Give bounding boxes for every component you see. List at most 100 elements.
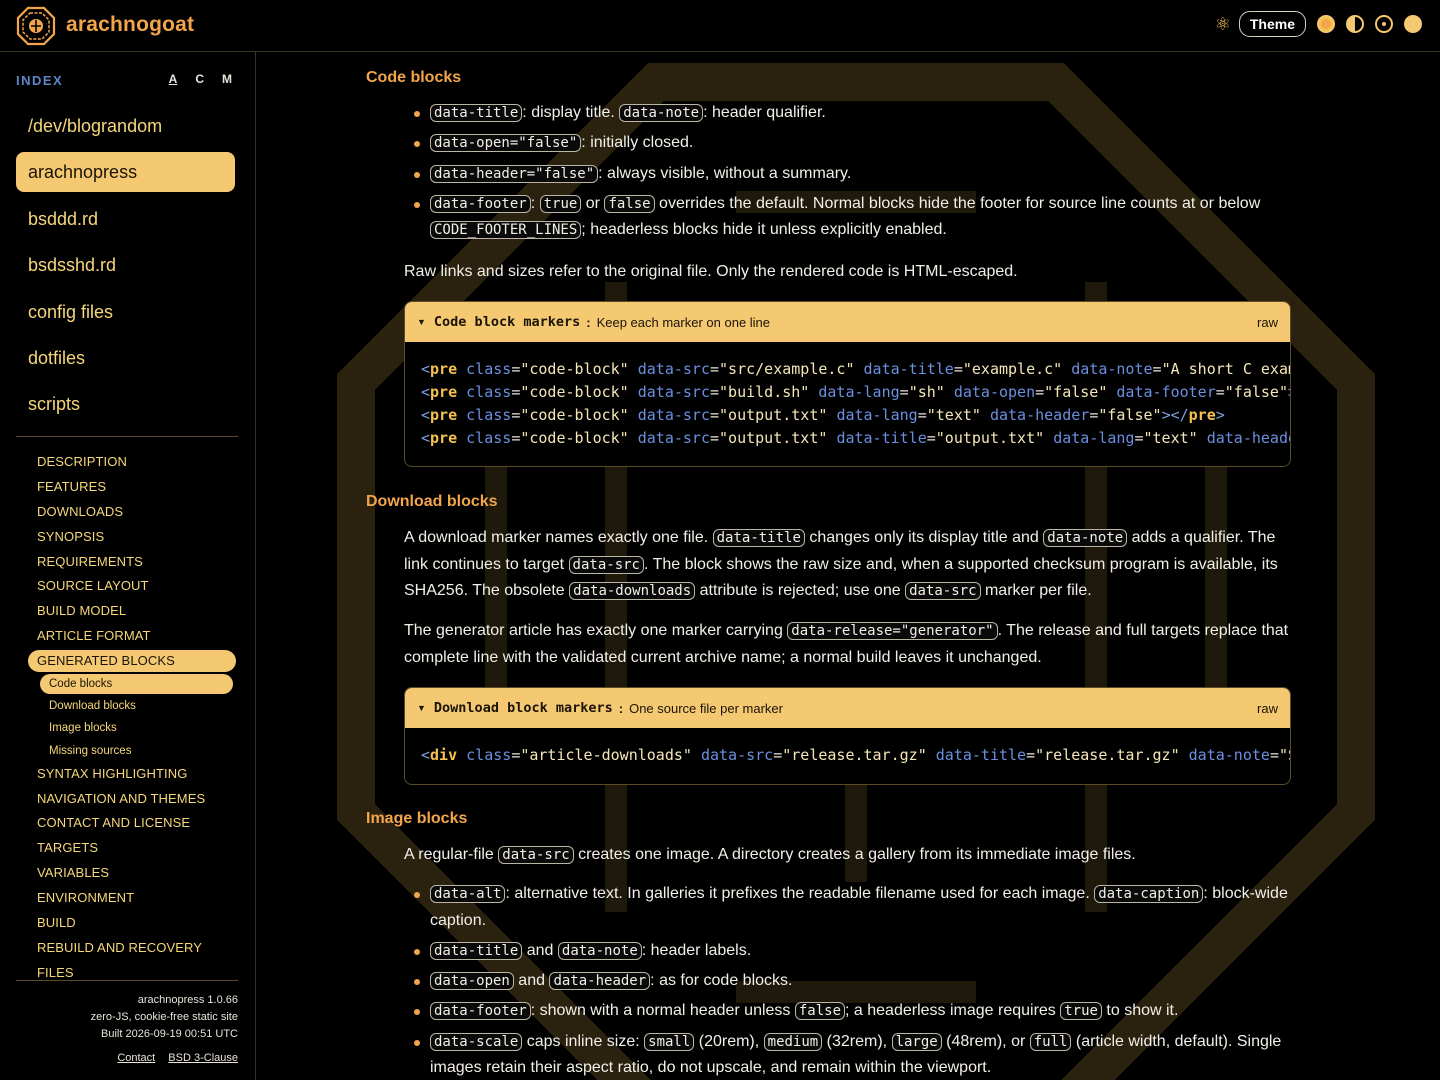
toc-item[interactable]: DESCRIPTION (28, 450, 236, 475)
inline-code: data-header (549, 972, 651, 991)
sort-modified-link[interactable]: M (222, 72, 232, 86)
title-separator: : (586, 314, 591, 330)
code-token: "article-downloads" (520, 746, 692, 764)
toc-subsection: Code blocks Download blocks Image blocks… (28, 674, 236, 762)
download-blocks-paragraph-1: A download marker names exactly one file… (404, 525, 1294, 605)
nav-item-scripts[interactable]: scripts (16, 384, 235, 424)
section-heading-image-blocks: Image blocks (366, 810, 468, 827)
theme-swatch-dark-icon[interactable] (1375, 15, 1393, 33)
code-token: = (511, 383, 521, 401)
contact-link[interactable]: Contact (117, 1052, 155, 1064)
text: attribute is rejected; use one (695, 582, 906, 599)
toc-item[interactable]: REBUILD AND RECOVERY (28, 936, 236, 961)
toc-item[interactable]: BUILD MODEL (28, 599, 236, 624)
sort-alpha-link[interactable]: A (169, 72, 178, 86)
table-of-contents: DESCRIPTION FEATURES DOWNLOADS SYNOPSIS … (28, 450, 236, 986)
collapse-triangle-icon[interactable]: ▼ (417, 317, 426, 327)
version-text: arachnopress 1.0.66 (137, 994, 238, 1006)
code-line: <pre class="code-block" data-src="build.… (421, 381, 1290, 404)
download-blocks-paragraph-2: The generator article has exactly one ma… (404, 618, 1294, 671)
toc-item[interactable]: ARTICLE FORMAT (28, 624, 236, 649)
code-token: class (466, 746, 512, 764)
text: : initially closed. (581, 134, 694, 152)
theme-swatch-light-icon[interactable] (1404, 15, 1422, 33)
inline-code: true (539, 194, 582, 213)
code-token: = (710, 429, 720, 447)
toc-item[interactable]: SYNOPSIS (28, 525, 236, 550)
theme-swatch-half-icon[interactable] (1346, 15, 1364, 33)
toc-sub-item[interactable]: Missing sources (40, 740, 236, 762)
toc-sub-item-code-blocks[interactable]: Code blocks (40, 674, 233, 695)
text: (48rem), or (941, 1032, 1030, 1050)
site-logo-icon[interactable] (16, 6, 56, 46)
list-item: data-title and data-note: header labels. (404, 938, 1294, 965)
code-line: <pre class="code-block" data-src="output… (421, 404, 1290, 427)
site-brand[interactable]: arachnogoat (66, 13, 194, 37)
collapse-triangle-icon[interactable]: ▼ (417, 703, 426, 713)
inline-code: data-title (712, 529, 805, 547)
code-line: <div class="article-downloads" data-src=… (421, 744, 1290, 767)
text: and (513, 972, 550, 990)
code-token: data-note (1071, 360, 1153, 378)
inline-code: false (794, 1002, 846, 1021)
toc-item[interactable]: CONTACT AND LICENSE (28, 811, 236, 836)
sort-created-link[interactable]: C (195, 72, 204, 86)
code-token: < (421, 383, 431, 401)
text: overrides the default. Normal blocks hid… (654, 194, 1261, 212)
text: A regular-file (404, 846, 499, 863)
code-line: <pre class="code-block" data-src="src/ex… (421, 358, 1290, 381)
toc-item[interactable]: VARIABLES (28, 861, 236, 886)
code-token: "A short C example" (1161, 360, 1290, 378)
list-item: data-footer: shown with a normal header … (404, 998, 1294, 1025)
code-block-body: <pre class="code-block" data-src="src/ex… (405, 342, 1290, 466)
nav-item-dotfiles[interactable]: dotfiles (16, 338, 235, 378)
toc-sub-item[interactable]: Image blocks (40, 717, 236, 739)
code-token: = (710, 383, 720, 401)
toc-item[interactable]: DOWNLOADS (28, 500, 236, 525)
toc-item[interactable]: SOURCE LAYOUT (28, 574, 236, 599)
toc-item[interactable]: BUILD (28, 911, 236, 936)
nav-item-arachnopress[interactable]: arachnopress (16, 152, 235, 193)
toc-item[interactable]: TARGETS (28, 836, 236, 861)
toc-item[interactable]: ENVIRONMENT (28, 886, 236, 911)
toc-sub-item[interactable]: Download blocks (40, 695, 236, 717)
text: or (581, 194, 605, 212)
inline-code: data-open (430, 972, 514, 991)
inline-code: large (891, 1032, 942, 1051)
nav-item-bsdsshd[interactable]: bsdsshd.rd (16, 245, 235, 285)
code-block-header[interactable]: ▼ Code block markers : Keep each marker … (405, 302, 1290, 342)
nav-item-blograndom[interactable]: /dev/blograndom (16, 106, 235, 146)
toc-item[interactable]: FEATURES (28, 475, 236, 500)
code-token: data-note (1188, 746, 1270, 764)
toc-item[interactable]: NAVIGATION AND THEMES (28, 787, 236, 812)
text: (20rem), (694, 1032, 764, 1050)
code-token: data-title (863, 360, 954, 378)
toc-item[interactable]: SYNTAX HIGHLIGHTING (28, 762, 236, 787)
code-block-header[interactable]: ▼ Download block markers : One source fi… (405, 688, 1290, 728)
code-token: pre (1188, 406, 1216, 424)
code-token: data-lang (836, 406, 918, 424)
raw-link[interactable]: raw (1257, 701, 1278, 716)
nav-item-bsddd[interactable]: bsddd.rd (16, 199, 235, 239)
atom-icon[interactable]: ⚛ (1213, 14, 1233, 34)
code-token: "code-block" (520, 360, 629, 378)
raw-link[interactable]: raw (1257, 315, 1278, 330)
code-token: "false" (1044, 383, 1108, 401)
list-item: data-alt: alternative text. In galleries… (404, 881, 1294, 934)
toc-item[interactable]: REQUIREMENTS (28, 550, 236, 575)
toc-item[interactable]: FILES (28, 961, 236, 986)
theme-button[interactable]: Theme (1238, 11, 1306, 37)
code-token: ></ (1288, 383, 1290, 401)
nav-item-config-files[interactable]: config files (16, 292, 235, 332)
license-link[interactable]: BSD 3-Clause (168, 1052, 238, 1064)
toc-item-generated-blocks[interactable]: GENERATED BLOCKS (28, 650, 236, 673)
text: creates one image. A directory creates a… (573, 846, 1136, 863)
article-main: Code blocks data-title: display title. d… (256, 52, 1440, 1080)
theme-swatch-orange-icon[interactable] (1317, 15, 1335, 33)
text: and (522, 941, 558, 959)
